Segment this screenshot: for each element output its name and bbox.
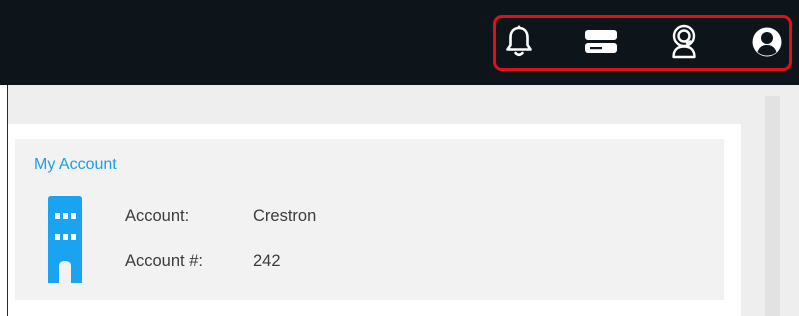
support-button[interactable] [664, 22, 704, 62]
account-label: Account: [125, 207, 190, 225]
my-account-panel [15, 139, 724, 300]
top-navigation-bar [0, 0, 799, 85]
scrollbar-track[interactable] [765, 96, 780, 316]
user-account-button[interactable] [747, 22, 787, 62]
account-number-label: Account #: [125, 252, 203, 270]
server-icon [585, 30, 617, 53]
left-page-edge [0, 85, 8, 316]
bell-icon [506, 25, 532, 57]
building-icon [48, 196, 82, 283]
user-account-icon [752, 27, 782, 57]
account-value: Crestron [253, 207, 317, 225]
my-account-link[interactable]: My Account [34, 156, 117, 174]
notifications-button[interactable] [499, 22, 539, 62]
support-headset-icon [672, 24, 696, 59]
servers-button[interactable] [581, 22, 621, 62]
account-number-value: 242 [253, 252, 281, 270]
